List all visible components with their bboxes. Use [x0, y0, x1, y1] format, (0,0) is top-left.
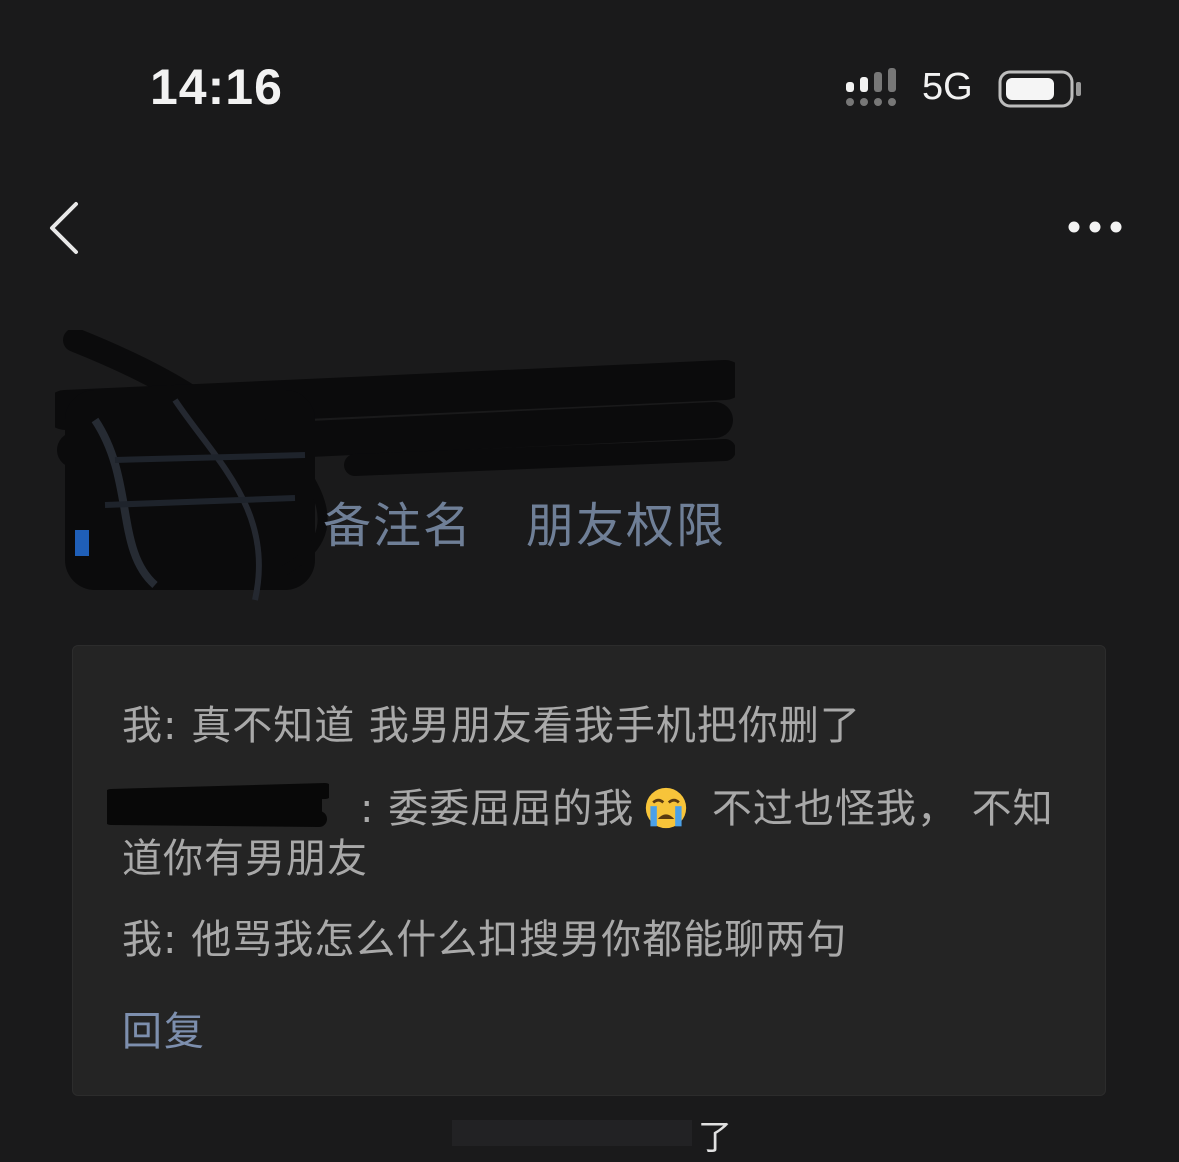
- comment-item: 我: 真不知道 我男朋友看我手机把你删了: [122, 703, 861, 749]
- remark-name-link[interactable]: 备注名: [323, 486, 473, 556]
- back-chevron-icon[interactable]: [40, 198, 90, 258]
- cellular-signal-icon: [846, 68, 896, 106]
- crying-face-emoji-icon: [646, 787, 687, 829]
- friend-permission-link[interactable]: 朋友权限: [526, 486, 726, 556]
- comment-card: 我: 真不知道 我男朋友看我手机把你删了 : 委委屈屈的我 不过也怪我， 不知道…: [72, 645, 1106, 1096]
- network-type: 5G: [922, 66, 973, 108]
- comment-item: : 委委屈屈的我 不过也怪我， 不知道你有男朋友: [122, 784, 1072, 884]
- bottom-hint-text: 了: [698, 1118, 732, 1158]
- redacted-profile-scribble: [55, 330, 735, 601]
- moments-detail-page: 14:16 5G 备注名 朋友权限 我: 真不知道 我男朋友看我手机把你删了:…: [0, 0, 1179, 1162]
- comment-text-before-emoji: : 委委屈屈的我: [360, 786, 635, 832]
- more-options-icon[interactable]: [1062, 212, 1128, 242]
- battery-icon: [998, 70, 1081, 108]
- status-time: 14:16: [150, 59, 283, 115]
- reply-button[interactable]: 回复: [122, 999, 206, 1057]
- comment-item: 我: 他骂我怎么什么扣搜男你都能聊两句: [122, 917, 848, 963]
